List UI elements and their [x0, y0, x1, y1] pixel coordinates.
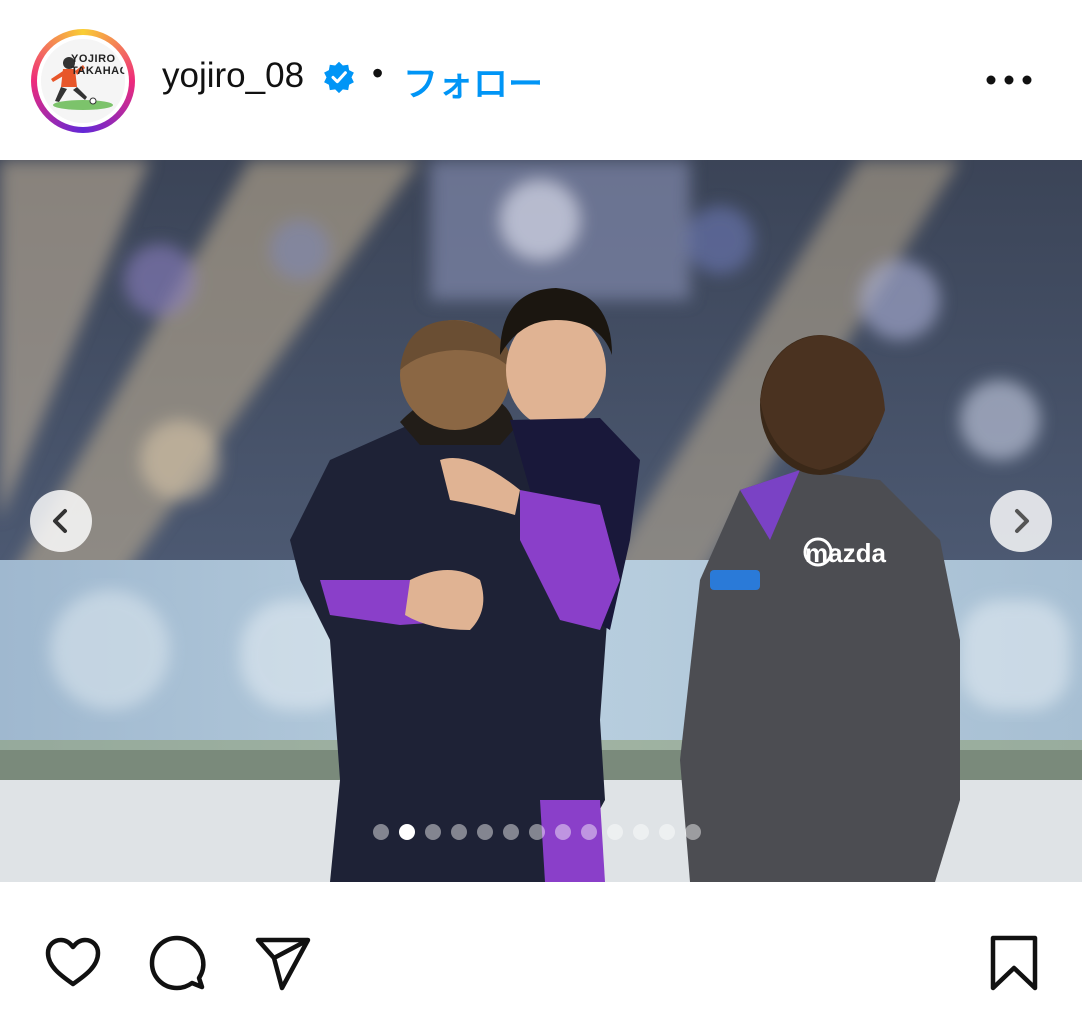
carousel-dot: [685, 824, 701, 840]
post-photo[interactable]: mazda: [0, 160, 1082, 882]
comment-icon[interactable]: [146, 932, 208, 994]
carousel-dot: [659, 824, 675, 840]
avatar-lettering: YOJIRO TAKAHAGI: [71, 53, 125, 77]
carousel-dot: [425, 824, 441, 840]
verified-badge-icon: [324, 61, 354, 94]
carousel-dot: [581, 824, 597, 840]
carousel-dot: [373, 824, 389, 840]
avatar-illustration: [41, 39, 125, 123]
username[interactable]: yojiro_08: [162, 56, 304, 96]
post-header: YOJIRO TAKAHAGI yojiro_08 • フォロー: [0, 0, 1082, 160]
action-bar: [0, 882, 1082, 1023]
instagram-post: YOJIRO TAKAHAGI yojiro_08 • フォロー: [0, 0, 1082, 1023]
chevron-right-icon: [1015, 509, 1029, 533]
avatar: YOJIRO TAKAHAGI: [41, 39, 125, 123]
carousel-dot: [451, 824, 467, 840]
avatar-story-ring[interactable]: YOJIRO TAKAHAGI: [31, 29, 135, 133]
carousel-dot: [633, 824, 649, 840]
chevron-left-icon: [53, 509, 67, 533]
heart-icon[interactable]: [42, 932, 104, 994]
more-options-icon[interactable]: [982, 62, 1036, 98]
carousel-prev-button[interactable]: [30, 490, 92, 552]
photo-scene: mazda: [0, 160, 1082, 882]
carousel-dot: [607, 824, 623, 840]
carousel-dot-active: [399, 824, 415, 840]
carousel-dot: [529, 824, 545, 840]
carousel-dot: [555, 824, 571, 840]
follow-button[interactable]: フォロー: [403, 56, 543, 107]
send-icon[interactable]: [252, 932, 314, 994]
separator-dot: •: [372, 55, 384, 91]
carousel-dot: [503, 824, 519, 840]
carousel-dot: [477, 824, 493, 840]
bookmark-icon[interactable]: [983, 932, 1045, 994]
carousel-indicator: [373, 824, 701, 840]
carousel-next-button[interactable]: [990, 490, 1052, 552]
